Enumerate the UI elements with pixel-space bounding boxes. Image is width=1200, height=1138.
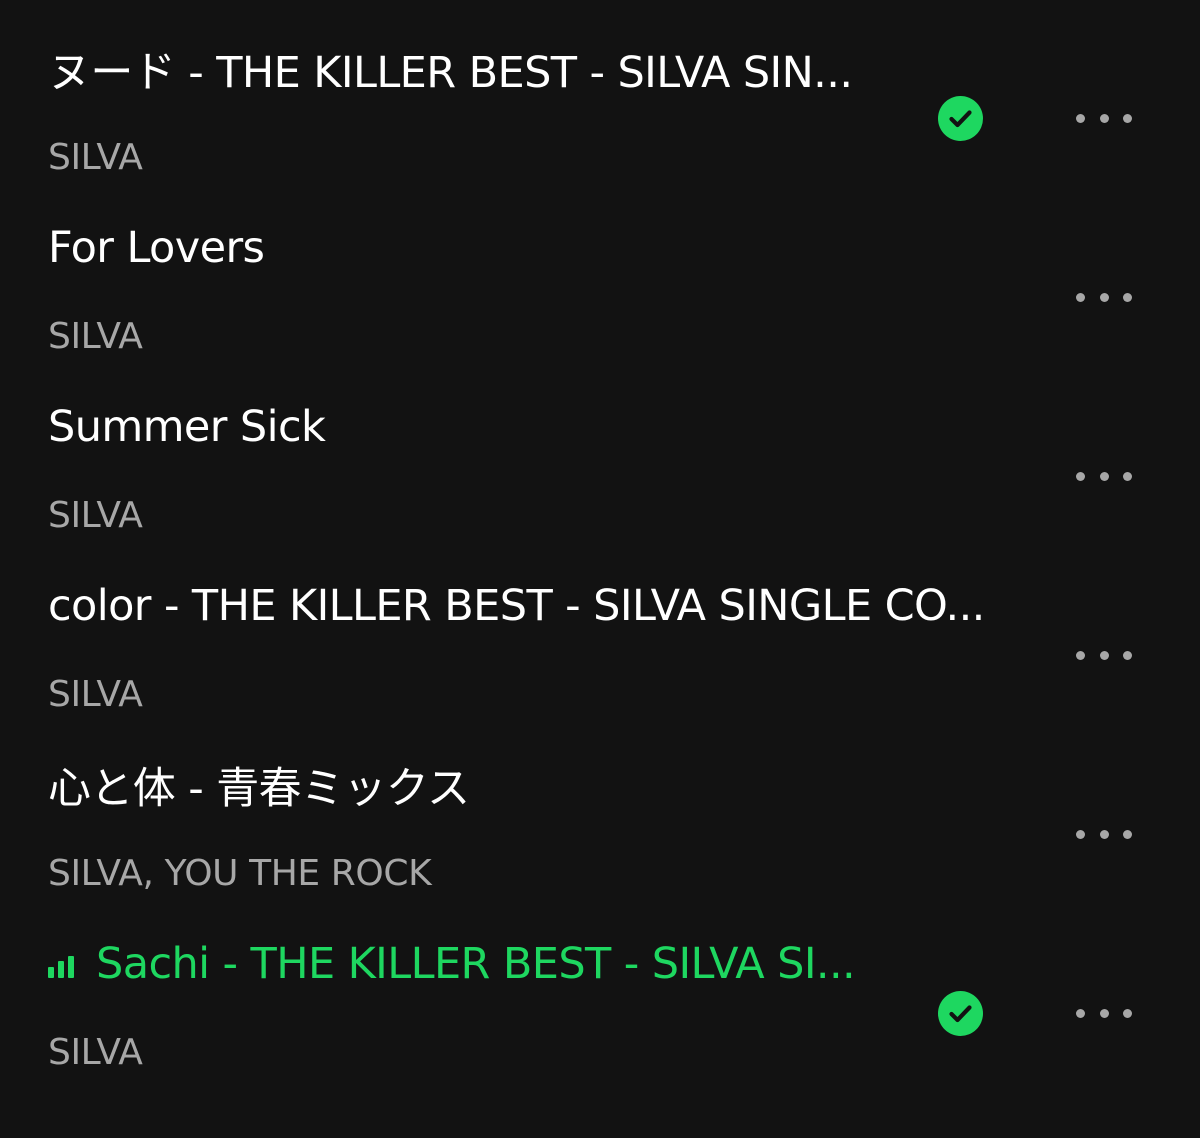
track-row-now-playing[interactable]: Sachi - THE KILLER BEST - SILVA SI... SI… (0, 935, 1200, 1114)
track-title: Sachi - THE KILLER BEST - SILVA SI... (96, 939, 856, 989)
more-options-button[interactable] (1070, 997, 1138, 1029)
dot-icon (1076, 292, 1085, 302)
dot-icon (1099, 113, 1109, 123)
downloaded-check-icon (938, 991, 983, 1036)
more-options-button[interactable] (1070, 460, 1138, 492)
track-title-line: Summer Sick (48, 398, 326, 456)
downloaded-check-icon (938, 96, 983, 141)
track-title-line: For Lovers (48, 219, 265, 277)
dot-icon (1123, 829, 1132, 839)
dot-icon (1099, 829, 1109, 839)
track-title: color - THE KILLER BEST - SILVA SINGLE C… (48, 581, 985, 631)
dot-icon (1099, 471, 1109, 481)
track-title: For Lovers (48, 223, 265, 273)
dot-icon (1123, 471, 1132, 481)
track-row[interactable]: For Lovers SILVA (0, 219, 1200, 398)
more-options-button[interactable] (1070, 102, 1138, 134)
more-options-button[interactable] (1070, 818, 1138, 850)
dot-icon (1123, 113, 1132, 123)
dot-icon (1076, 113, 1085, 123)
dot-icon (1076, 829, 1085, 839)
track-title: Summer Sick (48, 402, 326, 452)
track-row[interactable]: 心と体 - 青春ミックス SILVA, YOU THE ROCK (0, 756, 1200, 935)
track-artist: SILVA (48, 137, 143, 178)
track-artist: SILVA (48, 1032, 143, 1073)
track-row[interactable]: Summer Sick SILVA (0, 398, 1200, 577)
track-row[interactable]: ヌード - THE KILLER BEST - SILVA SIN... SIL… (0, 40, 1200, 219)
dot-icon (1076, 650, 1085, 660)
dot-icon (1099, 292, 1109, 302)
track-title-line: ヌード - THE KILLER BEST - SILVA SIN... (48, 40, 853, 98)
track-list: ヌード - THE KILLER BEST - SILVA SIN... SIL… (0, 0, 1200, 1138)
more-options-button[interactable] (1070, 639, 1138, 671)
dot-icon (1123, 650, 1132, 660)
dot-icon (1123, 292, 1132, 302)
track-title: ヌード - THE KILLER BEST - SILVA SIN... (48, 48, 853, 98)
track-title: 心と体 - 青春ミックス (48, 764, 470, 814)
now-playing-equalizer-icon (48, 956, 82, 978)
track-artist: SILVA (48, 316, 143, 357)
track-title-line: Sachi - THE KILLER BEST - SILVA SI... (48, 935, 856, 993)
track-title-line: 心と体 - 青春ミックス (48, 756, 470, 814)
track-artist: SILVA (48, 674, 143, 715)
more-options-button[interactable] (1070, 281, 1138, 313)
dot-icon (1099, 650, 1109, 660)
track-artist: SILVA, YOU THE ROCK (48, 853, 432, 894)
track-artist: SILVA (48, 495, 143, 536)
dot-icon (1076, 1008, 1085, 1018)
track-row[interactable]: color - THE KILLER BEST - SILVA SINGLE C… (0, 577, 1200, 756)
track-title-line: color - THE KILLER BEST - SILVA SINGLE C… (48, 577, 985, 635)
dot-icon (1099, 1008, 1109, 1018)
dot-icon (1123, 1008, 1132, 1018)
dot-icon (1076, 471, 1085, 481)
